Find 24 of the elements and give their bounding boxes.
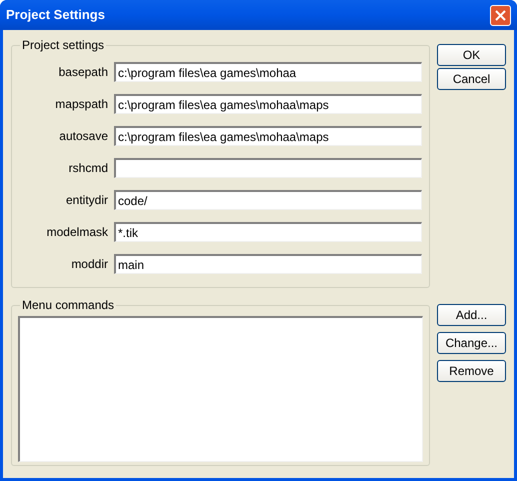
dialog-button[interactable]: Cancel bbox=[437, 68, 506, 90]
field-label: entitydir bbox=[64, 192, 108, 209]
text-field[interactable] bbox=[114, 158, 422, 178]
text-field[interactable]: code/ bbox=[114, 190, 422, 210]
field-label: basepath bbox=[58, 64, 108, 81]
group-title: Menu commands bbox=[21, 297, 116, 314]
field-label: modelmask bbox=[46, 224, 108, 241]
dialog-button[interactable]: Remove bbox=[437, 360, 506, 382]
close-icon bbox=[495, 10, 506, 20]
dialog-button[interactable]: OK bbox=[437, 44, 506, 66]
text-field[interactable]: *.tik bbox=[114, 222, 422, 242]
close-button[interactable] bbox=[490, 4, 511, 26]
field-label: mapspath bbox=[54, 96, 108, 113]
window-title: Project Settings bbox=[6, 6, 105, 24]
field-label: autosave bbox=[58, 128, 108, 145]
text-field[interactable]: c:\program files\ea games\mohaa\maps bbox=[114, 94, 422, 114]
field-label: rshcmd bbox=[68, 160, 108, 177]
text-field[interactable]: c:\program files\ea games\mohaa\maps bbox=[114, 126, 422, 146]
group-title: Project settings bbox=[21, 37, 106, 54]
field-label: moddir bbox=[70, 256, 108, 273]
text-field[interactable]: main bbox=[114, 254, 422, 274]
dialog-button[interactable]: Add... bbox=[437, 304, 506, 326]
dialog-button[interactable]: Change... bbox=[437, 332, 506, 354]
text-field[interactable]: c:\program files\ea games\mohaa bbox=[114, 62, 422, 82]
